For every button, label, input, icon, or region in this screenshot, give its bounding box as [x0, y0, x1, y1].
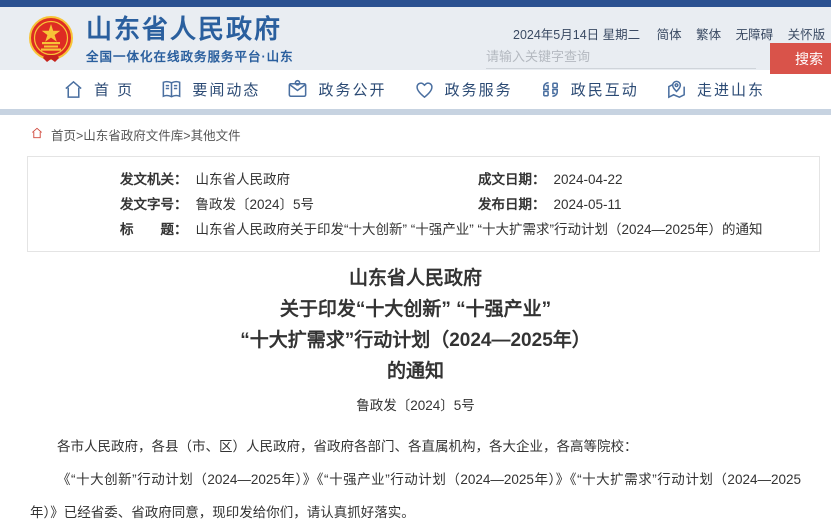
meta-row: 发文机关： 山东省人民政府 成文日期： 2024-04-22 — [28, 167, 819, 192]
document-body: 各市人民政府，各县（市、区）人民政府，省政府各部门、各直属机构，各大企业，各高等… — [0, 430, 831, 522]
meta-row: 发文字号： 鲁政发〔2024〕5号 发布日期： 2024-05-11 — [28, 192, 819, 217]
link-simplified[interactable]: 简体 — [657, 28, 682, 42]
topbar — [0, 0, 831, 7]
site-subtitle: 全国一体化在线政务服务平台·山东 — [86, 46, 294, 65]
salutation-paragraph: 各市人民政府，各县（市、区）人民政府，省政府各部门、各直属机构，各大企业，各高等… — [30, 430, 801, 463]
nav-item-gov-affairs[interactable]: 政务公开 — [286, 78, 386, 101]
site-title: 山东省人民政府 — [86, 15, 294, 43]
nav-item-home[interactable]: 首 页 — [62, 78, 134, 101]
nav-item-label: 政民互动 — [571, 79, 639, 100]
nav-item-label: 首 页 — [94, 79, 134, 100]
search-button[interactable]: 搜索 — [770, 43, 831, 74]
nav-item-interaction[interactable]: 政民互动 — [539, 78, 639, 101]
national-emblem-icon — [28, 16, 74, 64]
document-meta-box: 发文机关： 山东省人民政府 成文日期： 2024-04-22 发文字号： 鲁政发… — [27, 156, 820, 252]
envelope-icon — [286, 78, 309, 101]
date-text: 2024年5月14日 星期二 — [513, 28, 640, 42]
book-icon — [160, 78, 183, 101]
brand[interactable]: 山东省人民政府 全国一体化在线政务服务平台·山东 — [28, 15, 294, 65]
link-traditional[interactable]: 繁体 — [696, 28, 721, 42]
content-area: 首页>山东省政府文件库>其他文件 发文机关： 山东省人民政府 成文日期： 202… — [0, 115, 831, 522]
home-icon — [62, 78, 85, 101]
nav-item-label: 要闻动态 — [192, 79, 260, 100]
nav-item-news[interactable]: 要闻动态 — [160, 78, 260, 101]
nav-item-enter-shandong[interactable]: 走进山东 — [665, 78, 765, 101]
nav-item-label: 政务公开 — [318, 79, 386, 100]
meta-row: 标 题： 山东省人民政府关于印发“十大创新” “十强产业” “十大扩需求”行动计… — [28, 217, 819, 242]
link-accessibility[interactable]: 无障碍 — [736, 28, 774, 42]
home-icon — [30, 126, 44, 143]
main-nav: 首 页 要闻动态 政务公开 政务服务 政民互动 — [0, 70, 831, 109]
map-pin-icon — [665, 78, 688, 101]
site-header: 山东省人民政府 全国一体化在线政务服务平台·山东 2024年5月14日 星期二 … — [0, 7, 831, 70]
dialogue-icon — [539, 78, 562, 101]
body-paragraph: 《“十大创新”行动计划（2024—2025年）》《“十强产业”行动计划（2024… — [30, 463, 801, 522]
nav-item-label: 政务服务 — [445, 79, 513, 100]
brand-text: 山东省人民政府 全国一体化在线政务服务平台·山东 — [86, 15, 294, 65]
nav-item-label: 走进山东 — [697, 79, 765, 100]
document-title-line: 关于印发“十大创新” “十强产业” — [0, 294, 831, 325]
breadcrumb-links[interactable]: 首页>山东省政府文件库>其他文件 — [51, 125, 241, 144]
page: 山东省人民政府 全国一体化在线政务服务平台·山东 2024年5月14日 星期二 … — [0, 0, 831, 522]
meta-publish-date: 发布日期： 2024-05-11 — [478, 192, 622, 217]
document-title-line: 山东省人民政府 — [0, 263, 831, 294]
heart-icon — [413, 78, 436, 101]
link-care-version[interactable]: 关怀版 — [788, 28, 826, 42]
breadcrumb: 首页>山东省政府文件库>其他文件 — [0, 115, 831, 152]
document-title: 山东省人民政府 关于印发“十大创新” “十强产业” “十大扩需求”行动计划（20… — [0, 263, 831, 387]
document-title-line: “十大扩需求”行动计划（2024—2025年） — [0, 325, 831, 356]
nav-item-services[interactable]: 政务服务 — [413, 78, 513, 101]
meta-written-date: 成文日期： 2024-04-22 — [478, 167, 623, 192]
meta-doc-number: 发文字号： 鲁政发〔2024〕5号 — [28, 192, 478, 217]
document-title-line: 的通知 — [0, 356, 831, 387]
document-number: 鲁政发〔2024〕5号 — [0, 394, 831, 414]
search-input[interactable] — [486, 45, 756, 69]
meta-title: 标 题： 山东省人民政府关于印发“十大创新” “十强产业” “十大扩需求”行动计… — [28, 217, 783, 242]
meta-issuing-authority: 发文机关： 山东省人民政府 — [28, 167, 478, 192]
utility-bar: 2024年5月14日 星期二 简体 繁体 无障碍 关怀版 智能机器人 登录 注册 — [513, 24, 831, 43]
